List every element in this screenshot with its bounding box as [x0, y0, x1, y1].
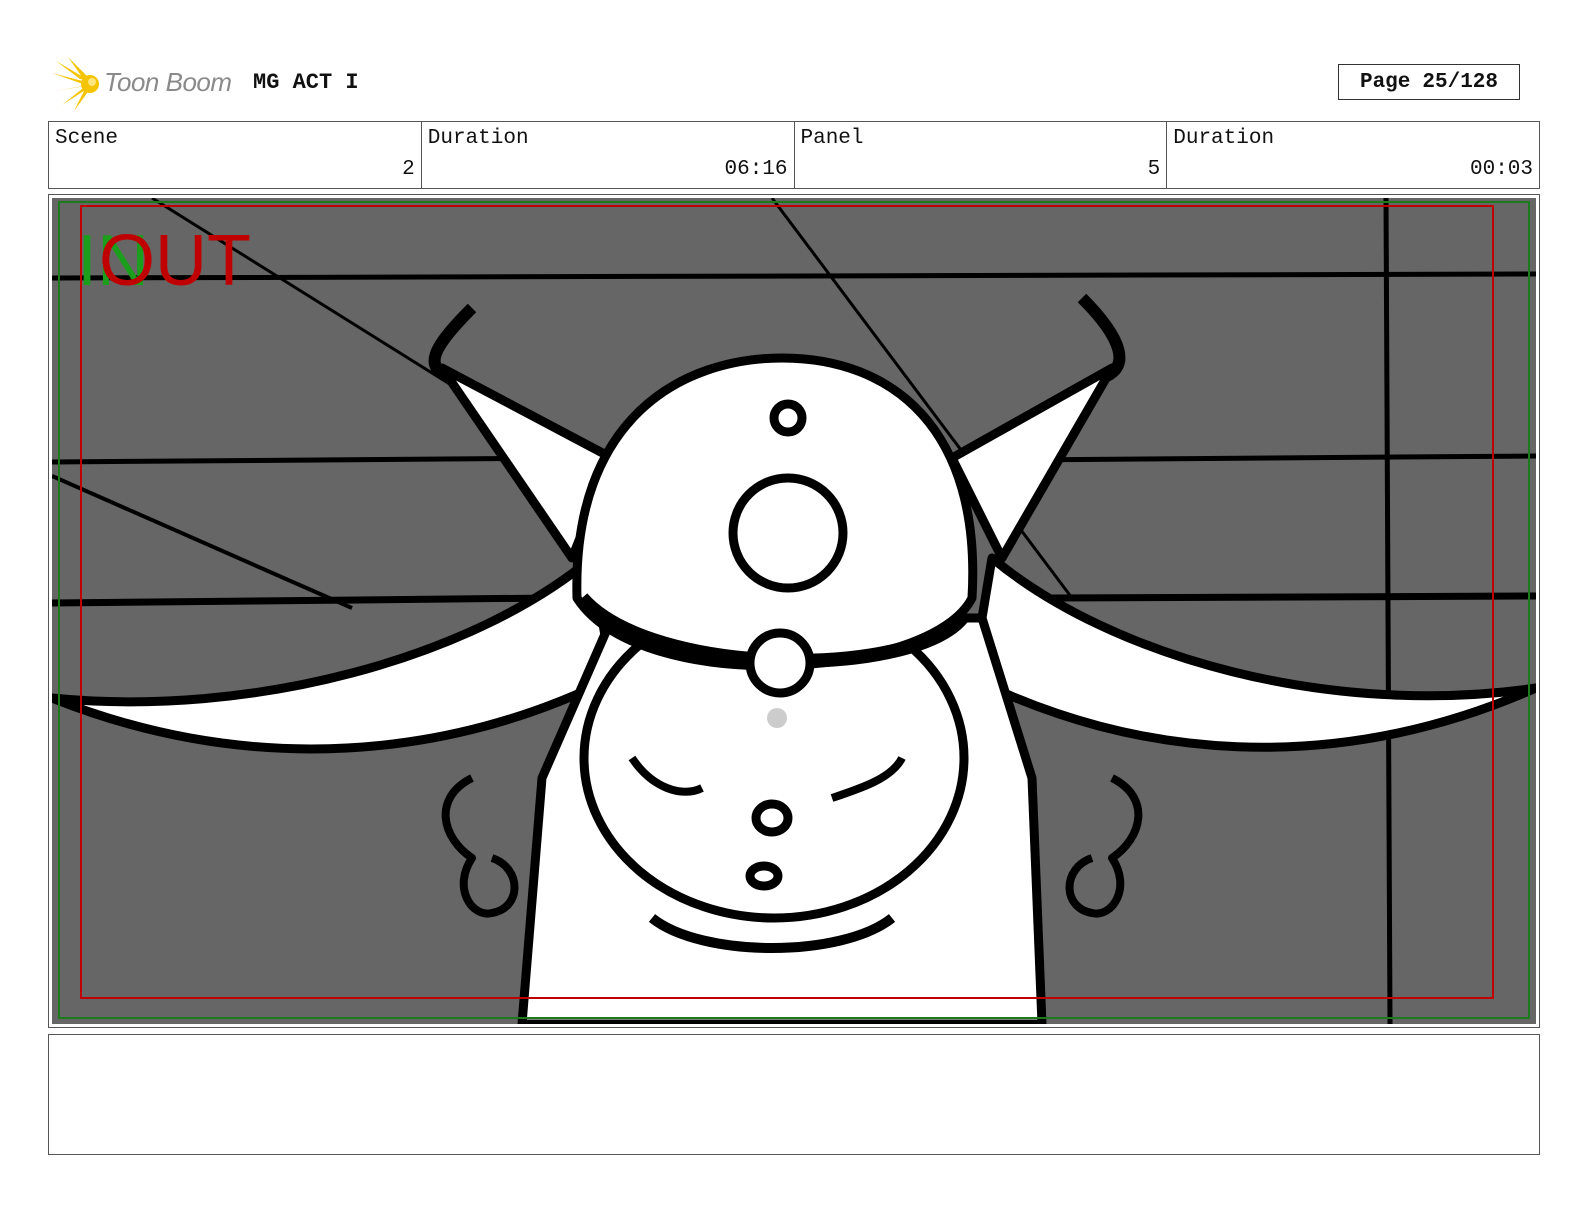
- panel-label: Panel: [800, 127, 864, 150]
- page-number: 25/128: [1422, 70, 1499, 94]
- scene-label: Scene: [55, 127, 119, 150]
- panel-cell: Panel 5: [795, 122, 1168, 188]
- logo-text: Toon Boom: [104, 67, 232, 97]
- panel-info-table: Scene 2 Duration 06:16 Panel 5 Duration …: [48, 121, 1540, 189]
- panel-duration-cell: Duration 00:03: [1167, 122, 1539, 188]
- project-title: MG ACT I: [253, 70, 359, 95]
- scene-duration-label: Duration: [427, 127, 529, 150]
- starburst-icon: [52, 57, 99, 111]
- panel-duration-value: 00:03: [1469, 158, 1533, 181]
- page-label: Page: [1359, 70, 1411, 94]
- panel-duration-label: Duration: [1173, 127, 1275, 150]
- panel-value: 5: [1147, 158, 1161, 181]
- scene-value: 2: [402, 158, 415, 181]
- scene-cell: Scene 2: [49, 122, 422, 188]
- storyboard-header: Toon Boom MG ACT I Page 25/128: [50, 55, 1540, 111]
- page-indicator: Page 25/128: [1338, 64, 1520, 100]
- panel-notes[interactable]: [48, 1034, 1540, 1155]
- panel-drawing: [52, 198, 1536, 1024]
- scene-duration-cell: Duration 06:16: [422, 122, 795, 188]
- scene-duration-value: 06:16: [724, 158, 788, 181]
- toon-boom-logo: Toon Boom: [50, 55, 240, 111]
- storyboard-panel: IN OUT: [48, 194, 1540, 1028]
- in-out-marker: IN OUT: [77, 225, 337, 305]
- out-label: OUT: [99, 221, 251, 301]
